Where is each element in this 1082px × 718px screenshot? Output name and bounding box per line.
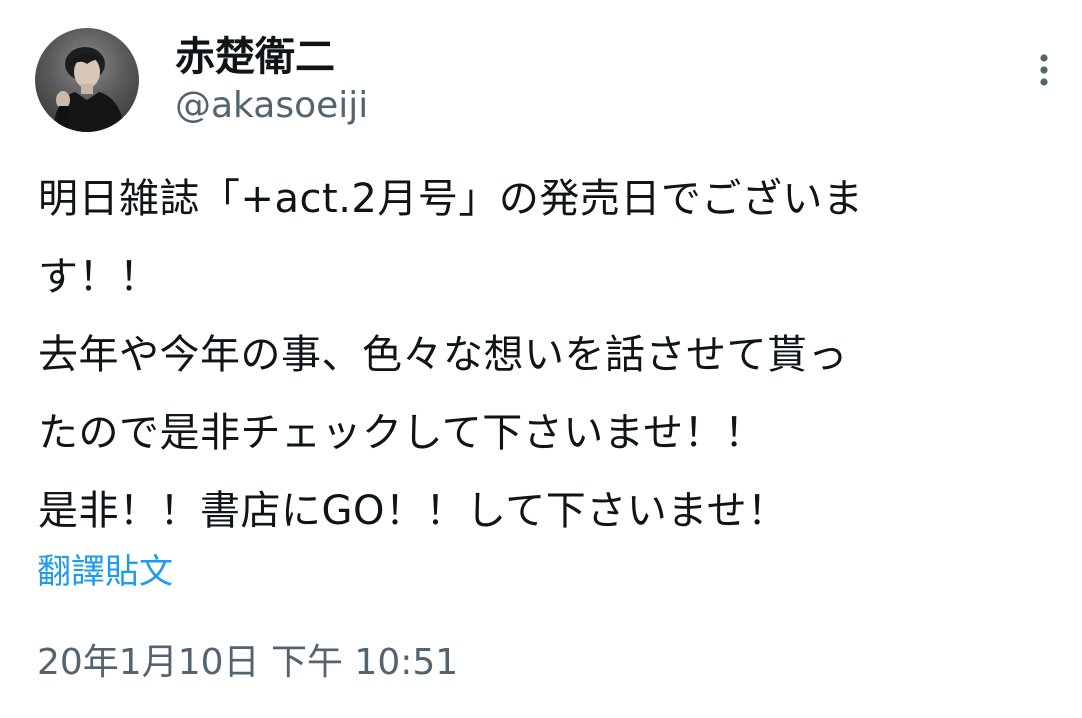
tweet-text-line: 是非！！書店にGO！！して下さいませ！ xyxy=(38,488,788,534)
tweet-text-line: たので是非チェックして下さいませ！！ xyxy=(38,410,765,456)
user-avatar-photo xyxy=(53,47,125,132)
translate-post-link[interactable]: 翻譯貼文 xyxy=(37,550,173,594)
tweet-timestamp[interactable]: 20年1月10日 下午 10:51 xyxy=(37,639,458,687)
tweet-text: 明日雑誌「+act.2月号」の発売日でございま す！！ 去年や今年の事、色々な想… xyxy=(38,160,1048,550)
more-vertical-icon xyxy=(1040,54,1048,86)
tweet-text-line: 明日雑誌「+act.2月号」の発売日でございま xyxy=(38,176,864,222)
tweet-text-line: 去年や今年の事、色々な想いを話させて貰っ xyxy=(38,332,848,378)
tweet-text-line: す！！ xyxy=(38,254,160,300)
author-display-name[interactable]: 赤楚衛二 xyxy=(175,34,335,80)
more-options-button[interactable] xyxy=(1026,50,1062,90)
avatar[interactable] xyxy=(35,28,139,132)
author-handle[interactable]: @akasoeiji xyxy=(175,84,368,128)
